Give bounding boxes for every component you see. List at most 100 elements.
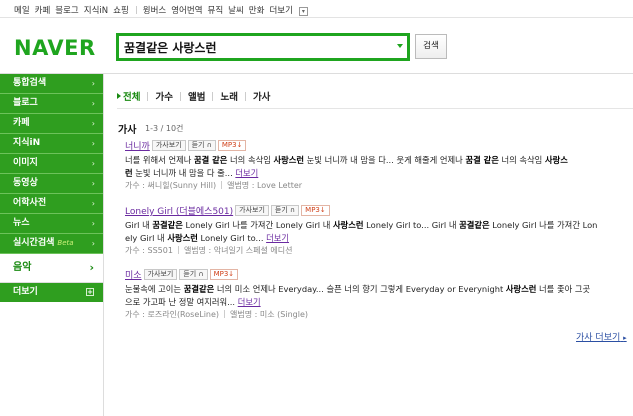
listen-label: 듣기 (191, 141, 205, 149)
tab[interactable]: 노래 (220, 92, 237, 103)
result-header: 너니까 가사보기 듣기 ∩ MP3↓ (125, 139, 630, 153)
sidebar-item-label: 지식iN (13, 138, 41, 148)
chevron-down-icon[interactable]: ▾ (298, 7, 308, 16)
tab[interactable]: 앨범 (188, 92, 205, 103)
top-link[interactable]: 메일 (14, 6, 30, 16)
song-title-link[interactable]: 너니까 (125, 142, 150, 152)
sidebar-item[interactable]: 블로그 › (0, 94, 103, 114)
chevron-right-icon: › (91, 119, 95, 128)
meta-divider (224, 310, 226, 318)
result-meta: 가수 : 써니힐(Sunny Hill) 앨범명 : Love Letter (125, 180, 630, 191)
artist-label[interactable]: 가수 : 써니힐(Sunny Hill) (125, 181, 216, 190)
chevron-right-icon: › (91, 179, 95, 188)
sidebar-item-label: 동영상 (13, 178, 38, 188)
tab[interactable]: 가수 (155, 92, 172, 103)
sidebar-more[interactable]: 더보기 + (0, 283, 103, 302)
category-sidebar: 통합검색 › 블로그 › 카페 › 지식iN › 이미지 › 동영상 › 어학사전 › 뉴스 › 실시간검색 Be… (0, 74, 104, 416)
tabs-divider (117, 108, 633, 109)
listen-button[interactable]: 듣기 ∩ (179, 269, 208, 280)
sidebar-item[interactable]: 통합검색 › (0, 74, 103, 94)
result-count: 1-3 / 10건 (145, 124, 184, 133)
meta-divider (221, 181, 223, 189)
tab[interactable]: 전체 (123, 92, 140, 103)
sidebar-item-label: 블로그 (13, 98, 38, 108)
mp3-button[interactable]: MP3↓ (209, 269, 239, 280)
song-title-link[interactable]: Lonely Girl (더블에스501) (125, 207, 233, 217)
sidebar-item[interactable]: 뉴스 › (0, 214, 103, 234)
sidebar-item-label: 이미지 (13, 158, 38, 168)
lyric-more-link[interactable]: 더보기 (235, 168, 258, 178)
sidebar-item-label: 통합검색 (13, 78, 47, 88)
search-box[interactable] (116, 33, 410, 61)
chevron-right-icon: › (91, 79, 95, 88)
mp3-label: MP3 (305, 206, 320, 214)
top-link[interactable]: 쇼핑 (113, 6, 129, 16)
sidebar-item-music-active[interactable]: 음악 › (0, 254, 103, 283)
top-link[interactable]: 지식iN (84, 6, 108, 16)
lyric-more-link[interactable]: 더보기 (266, 233, 289, 243)
listen-button[interactable]: 듣기 ∩ (187, 140, 216, 151)
artist-label[interactable]: 가수 : 로즈라인(RoseLine) (125, 310, 219, 319)
sidebar-item[interactable]: 지식iN › (0, 134, 103, 154)
mp3-button[interactable]: MP3↓ (301, 205, 330, 216)
chevron-right-icon: › (91, 239, 95, 248)
sidebar-item-label: 어학사전 (13, 198, 47, 208)
headphones-icon: ∩ (287, 206, 296, 214)
lyrics-more-link[interactable]: 가사 더보기 ▸ (576, 330, 627, 343)
chevron-right-icon: › (91, 219, 95, 228)
tab[interactable]: 가사 (253, 92, 270, 103)
chevron-right-icon: › (91, 199, 95, 208)
sidebar-item-label: 더보기 (13, 287, 38, 297)
album-label[interactable]: 앨범명 : 악녀일기 스페셜 에디션 (184, 246, 293, 255)
view-lyrics-button[interactable]: 가사보기 (235, 205, 269, 216)
lyric-snippet: Girl 내 꿈결같은 Lonely Girl 나를 가져간 Lonely Gi… (125, 220, 598, 243)
meta-divider (177, 246, 179, 254)
lyric-result: Lonely Girl (더블에스501) 가사보기 듣기 ∩ MP3↓ Girl 내 … (125, 204, 630, 256)
top-link[interactable]: 뮤직 (208, 6, 224, 16)
top-link[interactable]: 영어번역 (171, 6, 202, 16)
view-lyrics-button[interactable]: 가사보기 (151, 140, 186, 151)
headphones-icon: ∩ (204, 141, 212, 149)
chevron-right-icon: › (91, 139, 95, 148)
top-link[interactable]: 더보기 (269, 6, 292, 16)
top-links: 메일 카페 블로그 지식iN 쇼핑 윙버스 영어번역 뮤직 날씨 만화 더보기 ▾ (14, 4, 308, 16)
tab-divider (147, 92, 149, 101)
album-label[interactable]: 앨범명 : 미소 (Single) (230, 310, 308, 319)
sidebar-item[interactable]: 카페 › (0, 114, 103, 134)
top-link[interactable]: 윙버스 (143, 6, 166, 16)
mp3-label: MP3 (221, 141, 237, 149)
tab-divider (212, 92, 214, 101)
autocomplete-toggle-icon[interactable] (397, 44, 403, 48)
search-input[interactable] (124, 38, 394, 57)
view-lyrics-button[interactable]: 가사보기 (143, 269, 178, 280)
mp3-button[interactable]: MP3↓ (217, 140, 247, 151)
sidebar-item-label: 실시간검색 (13, 238, 55, 248)
top-link[interactable]: 블로그 (55, 6, 78, 16)
listen-label: 듣기 (183, 270, 197, 278)
plus-icon: + (86, 288, 94, 296)
triangle-right-icon (117, 93, 121, 99)
search-button[interactable]: 검색 (415, 34, 447, 59)
result-header: Lonely Girl (더블에스501) 가사보기 듣기 ∩ MP3↓ (125, 204, 630, 218)
song-title-link[interactable]: 미소 (125, 271, 142, 281)
top-link[interactable]: 카페 (35, 6, 51, 16)
listen-label: 듣기 (274, 206, 288, 214)
sidebar-item-label: 뉴스 (13, 218, 30, 228)
naver-logo[interactable]: NAVER (14, 36, 96, 60)
top-link[interactable]: 만화 (249, 6, 265, 16)
lyric-more-link[interactable]: 더보기 (238, 297, 261, 307)
chevron-right-icon: › (91, 159, 95, 168)
artist-label[interactable]: 가수 : SS501 (125, 246, 173, 255)
album-label[interactable]: 앨범명 : Love Letter (227, 181, 302, 190)
beta-badge: Beta (57, 239, 74, 247)
sidebar-item[interactable]: 이미지 › (0, 154, 103, 174)
lyric-snippet: 눈물속에 고이는 꿈결같은 너의 미소 언제나 Everyday... 슬픈 너… (125, 284, 591, 307)
sidebar-item[interactable]: 실시간검색 Beta › (0, 234, 103, 254)
sidebar-item[interactable]: 동영상 › (0, 174, 103, 194)
download-icon: ↓ (319, 206, 326, 214)
top-link[interactable]: 날씨 (228, 6, 244, 16)
listen-button[interactable]: 듣기 ∩ (270, 205, 300, 216)
mp3-label: MP3 (213, 270, 229, 278)
section-title: 가사 (118, 125, 137, 136)
sidebar-item[interactable]: 어학사전 › (0, 194, 103, 214)
